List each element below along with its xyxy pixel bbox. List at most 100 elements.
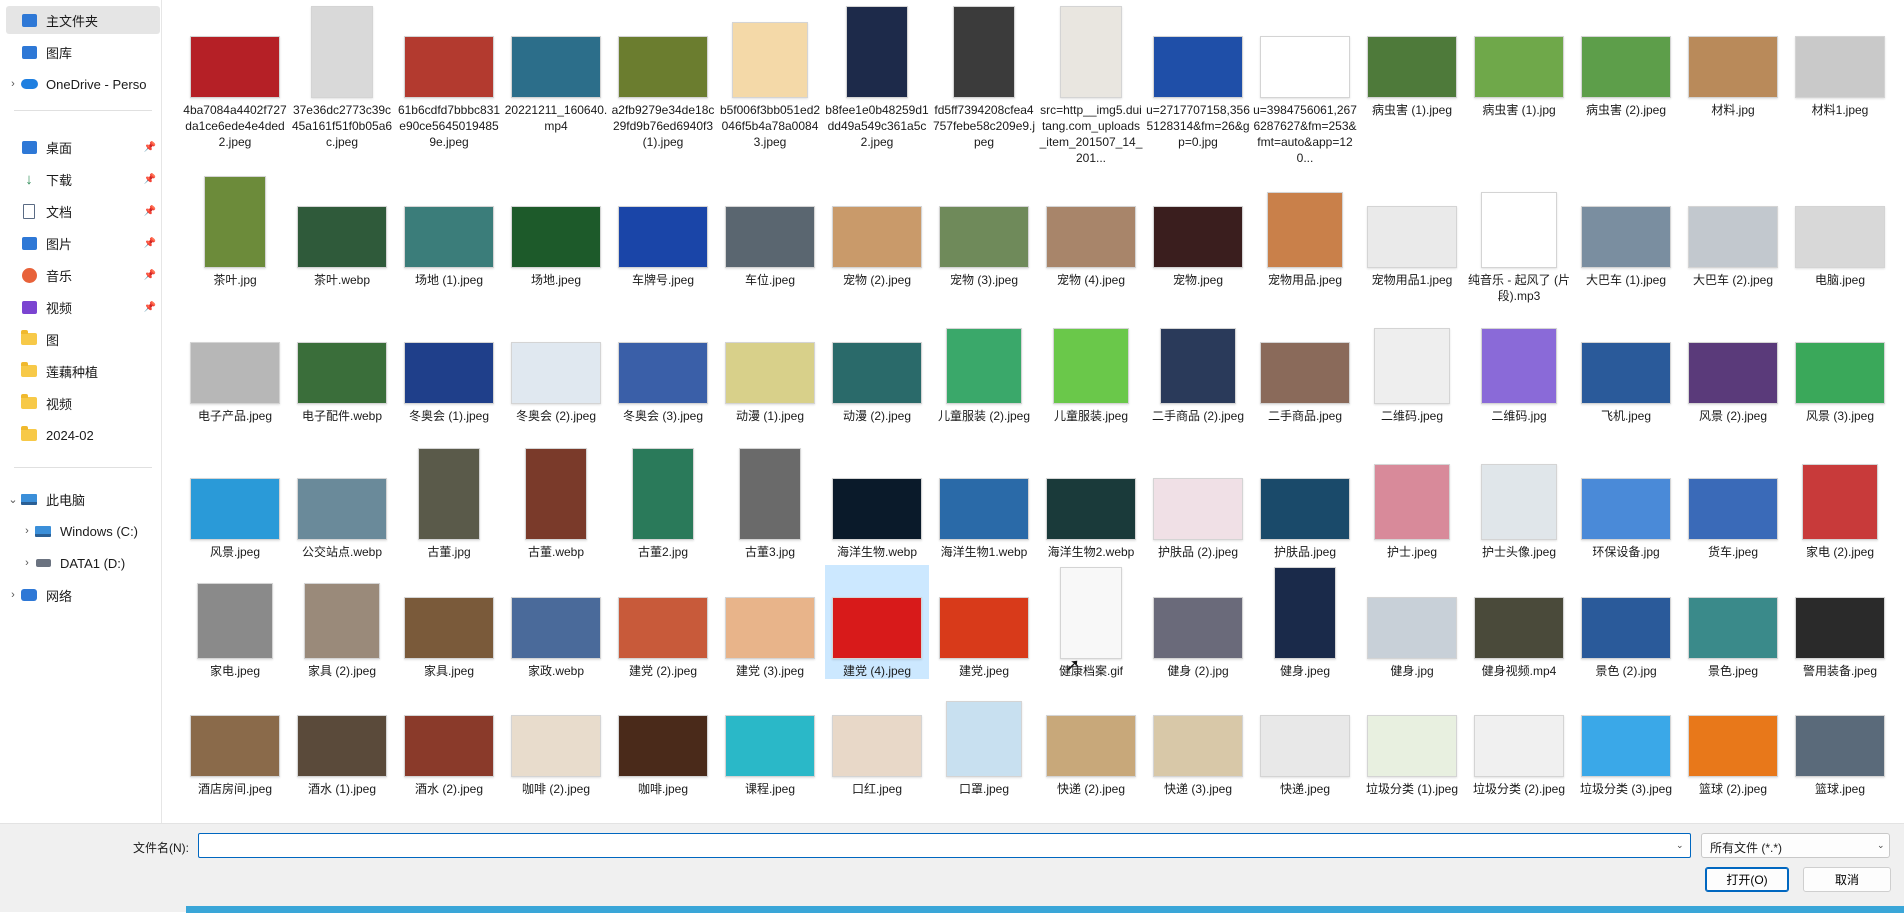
file-item[interactable]: 儿童服装 (2).jpeg (932, 310, 1036, 424)
file-item[interactable]: 电子配件.webp (290, 310, 394, 424)
file-item[interactable]: 家具 (2).jpeg (290, 565, 394, 679)
file-item[interactable]: 古董3.jpg (718, 446, 822, 560)
file-item[interactable]: b8fee1e0b48259d1dd49a549c361a5c2.jpeg (825, 4, 929, 150)
file-item[interactable]: 垃圾分类 (2).jpeg (1467, 683, 1571, 797)
file-item[interactable]: 风景.jpeg (183, 446, 287, 560)
file-item[interactable]: 快递.jpeg (1253, 683, 1357, 797)
file-item[interactable]: 酒店房间.jpeg (183, 683, 287, 797)
file-item[interactable]: a2fb9279e34de18c29fd9b76ed6940f3(1).jpeg (611, 4, 715, 150)
file-item[interactable]: 健身视频.mp4 (1467, 565, 1571, 679)
file-item[interactable]: 场地.jpeg (504, 174, 608, 288)
file-item[interactable]: u=3984756061,2676287627&fm=253&fmt=auto&… (1253, 4, 1357, 166)
file-item[interactable]: 健康档案.gif (1039, 565, 1143, 679)
expand-chevron-icon[interactable]: ⌄ (6, 493, 20, 506)
sidebar-item-16[interactable]: › 网络 (6, 581, 160, 609)
file-item[interactable]: 二维码.jpg (1467, 310, 1571, 424)
file-item[interactable]: 建党 (4).jpeg (825, 565, 929, 679)
filename-history-chevron-icon[interactable]: ⌄ (1676, 840, 1684, 851)
expand-chevron-icon[interactable]: › (6, 589, 20, 601)
file-item[interactable]: 宠物 (4).jpeg (1039, 174, 1143, 288)
file-item[interactable]: 二手商品.jpeg (1253, 310, 1357, 424)
file-item[interactable]: 茶叶.webp (290, 174, 394, 288)
sidebar-item-5[interactable]: 文档 📌 (6, 197, 160, 225)
file-item[interactable]: 快递 (2).jpeg (1039, 683, 1143, 797)
file-type-select[interactable]: 所有文件 (*.*) (1701, 833, 1890, 858)
expand-chevron-icon[interactable]: › (6, 78, 20, 90)
file-item[interactable]: 海洋生物.webp (825, 446, 929, 560)
file-item[interactable]: 景色 (2).jpg (1574, 565, 1678, 679)
sidebar-item-12[interactable]: 2024-02 (6, 421, 160, 449)
file-item[interactable]: 古董2.jpg (611, 446, 715, 560)
sidebar-item-10[interactable]: 莲藕种植 (6, 357, 160, 385)
file-item[interactable]: u=2717707158,3565128314&fm=26&gp=0.jpg (1146, 4, 1250, 150)
file-item[interactable]: 二手商品 (2).jpeg (1146, 310, 1250, 424)
file-item[interactable]: 茶叶.jpg (183, 174, 287, 288)
file-item[interactable]: 酒水 (2).jpeg (397, 683, 501, 797)
file-item[interactable]: 二维码.jpeg (1360, 310, 1464, 424)
file-item[interactable]: 冬奥会 (2).jpeg (504, 310, 608, 424)
expand-chevron-icon[interactable]: › (20, 557, 34, 569)
file-item[interactable]: 儿童服装.jpeg (1039, 310, 1143, 424)
sidebar-item-9[interactable]: 图 (6, 325, 160, 353)
file-item[interactable]: 快递 (3).jpeg (1146, 683, 1250, 797)
file-item[interactable]: 健身 (2).jpg (1146, 565, 1250, 679)
file-item[interactable]: 家电.jpeg (183, 565, 287, 679)
cancel-button[interactable]: 取消 (1803, 867, 1891, 892)
file-item[interactable]: 大巴车 (1).jpeg (1574, 174, 1678, 288)
file-item[interactable]: 健身.jpeg (1253, 565, 1357, 679)
file-type-chevron-icon[interactable]: ⌄ (1877, 840, 1885, 851)
file-item[interactable]: fd5ff7394208cfea4757febe58c209e9.jpeg (932, 4, 1036, 150)
file-item[interactable]: 篮球 (2).jpeg (1681, 683, 1785, 797)
file-item[interactable]: 护士.jpeg (1360, 446, 1464, 560)
file-item[interactable]: b5f006f3bb051ed2046f5b4a78a00843.jpeg (718, 4, 822, 150)
sidebar-item-13[interactable]: ⌄ 此电脑 (6, 485, 160, 513)
file-item[interactable]: 建党 (2).jpeg (611, 565, 715, 679)
file-item[interactable]: 20221211_160640.mp4 (504, 4, 608, 134)
sidebar-item-14[interactable]: › Windows (C:) (6, 517, 160, 545)
file-item[interactable]: 篮球.jpeg (1788, 683, 1892, 797)
file-item[interactable]: 宠物用品1.jpeg (1360, 174, 1464, 288)
sidebar-item-0[interactable]: 主文件夹 (6, 6, 160, 34)
file-item[interactable]: 海洋生物2.webp (1039, 446, 1143, 560)
file-item[interactable]: 课程.jpeg (718, 683, 822, 797)
file-item[interactable]: 材料.jpg (1681, 4, 1785, 118)
file-item[interactable]: 大巴车 (2).jpeg (1681, 174, 1785, 288)
file-item[interactable]: 家政.webp (504, 565, 608, 679)
file-item[interactable]: 建党.jpeg (932, 565, 1036, 679)
sidebar-item-4[interactable]: ↓ 下载 📌 (6, 165, 160, 193)
file-item[interactable]: 车位.jpeg (718, 174, 822, 288)
file-item[interactable]: 健身.jpg (1360, 565, 1464, 679)
sidebar-item-6[interactable]: 图片 📌 (6, 229, 160, 257)
file-item[interactable]: 动漫 (1).jpeg (718, 310, 822, 424)
file-item[interactable]: 病虫害 (1).jpg (1467, 4, 1571, 118)
sidebar-item-7[interactable]: 音乐 📌 (6, 261, 160, 289)
file-item[interactable]: 飞机.jpeg (1574, 310, 1678, 424)
expand-chevron-icon[interactable]: › (20, 525, 34, 537)
sidebar-item-2[interactable]: › OneDrive - Perso (6, 70, 160, 98)
file-item[interactable]: 材料1.jpeg (1788, 4, 1892, 118)
file-item[interactable]: 咖啡 (2).jpeg (504, 683, 608, 797)
file-item[interactable]: 风景 (2).jpeg (1681, 310, 1785, 424)
file-item[interactable]: 家具.jpeg (397, 565, 501, 679)
file-item[interactable]: 景色.jpeg (1681, 565, 1785, 679)
file-item[interactable]: 货车.jpeg (1681, 446, 1785, 560)
file-item[interactable]: 警用装备.jpeg (1788, 565, 1892, 679)
file-item[interactable]: 宠物 (3).jpeg (932, 174, 1036, 288)
file-item[interactable]: 电脑.jpeg (1788, 174, 1892, 288)
file-item[interactable]: 建党 (3).jpeg (718, 565, 822, 679)
file-item[interactable]: 公交站点.webp (290, 446, 394, 560)
file-item[interactable]: 4ba7084a4402f727da1ce6ede4e4ded2.jpeg (183, 4, 287, 150)
sidebar-item-8[interactable]: 视频 📌 (6, 293, 160, 321)
file-item[interactable]: 口红.jpeg (825, 683, 929, 797)
file-item[interactable]: 动漫 (2).jpeg (825, 310, 929, 424)
file-item[interactable]: 垃圾分类 (3).jpeg (1574, 683, 1678, 797)
file-item[interactable]: 古董.webp (504, 446, 608, 560)
sidebar-item-11[interactable]: 视频 (6, 389, 160, 417)
file-item[interactable]: 病虫害 (2).jpeg (1574, 4, 1678, 118)
file-item[interactable]: 古董.jpg (397, 446, 501, 560)
file-item[interactable]: 环保设备.jpg (1574, 446, 1678, 560)
filename-input[interactable] (198, 833, 1691, 858)
file-item[interactable]: 护肤品 (2).jpeg (1146, 446, 1250, 560)
file-item[interactable]: 宠物用品.jpeg (1253, 174, 1357, 288)
file-item[interactable]: 酒水 (1).jpeg (290, 683, 394, 797)
